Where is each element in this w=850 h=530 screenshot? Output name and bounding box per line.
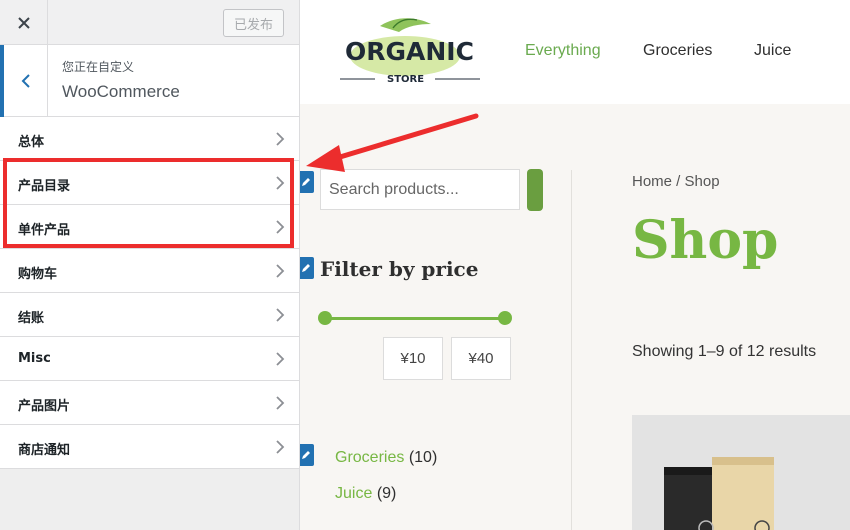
category-link-groceries[interactable]: Groceries (10) xyxy=(335,449,437,467)
menu-item-label: 单件产品 xyxy=(18,223,71,238)
page-title: Shop xyxy=(632,210,779,271)
menu-item-general[interactable]: 总体 xyxy=(0,117,299,161)
edit-shortcut-search[interactable] xyxy=(300,171,314,193)
menu-item-label: 商店通知 xyxy=(18,443,71,458)
pencil-icon xyxy=(302,451,310,459)
edit-shortcut-categories[interactable] xyxy=(300,444,314,466)
menu-item-product-catalog[interactable]: 产品目录 xyxy=(0,161,299,205)
price-max-value: ¥40 xyxy=(451,337,511,380)
nav-link-groceries[interactable]: Groceries xyxy=(643,42,712,60)
coffee-bags-image xyxy=(664,457,774,530)
nav-link-everything[interactable]: Everything xyxy=(525,42,601,60)
chevron-right-icon xyxy=(276,264,285,278)
customizer-sidebar: 已发布 您正在自定义 WooCommerce 总体 产品目录 单件产品 购物车 … xyxy=(0,0,300,530)
chevron-right-icon xyxy=(276,396,285,410)
menu-item-label: 总体 xyxy=(18,135,45,150)
filter-by-price-title: Filter by price xyxy=(320,257,479,281)
menu-item-store-notice[interactable]: 商店通知 xyxy=(0,425,299,469)
category-link-juice[interactable]: Juice (9) xyxy=(335,485,396,503)
menu-item-label: 产品目录 xyxy=(18,179,71,194)
chevron-right-icon xyxy=(276,308,285,322)
breadcrumb: Home / Shop xyxy=(632,173,720,190)
customizer-header: 已发布 xyxy=(0,0,299,45)
menu-item-label: 产品图片 xyxy=(18,399,71,414)
site-header: ORGANIC STORE Everything Groceries Juice xyxy=(300,0,850,104)
section-title: WooCommerce xyxy=(62,82,180,101)
chevron-right-icon xyxy=(276,176,285,190)
menu-item-misc[interactable]: Misc xyxy=(0,337,299,381)
column-divider xyxy=(571,170,572,530)
pencil-icon xyxy=(302,178,310,186)
category-count: (9) xyxy=(376,485,397,502)
organic-store-logo[interactable]: ORGANIC STORE xyxy=(335,12,485,87)
product-search-input[interactable]: Search products... xyxy=(320,169,520,210)
logo-subtext: STORE xyxy=(387,74,424,85)
menu-item-label: 购物车 xyxy=(18,267,58,282)
product-image[interactable] xyxy=(632,415,850,530)
chevron-right-icon xyxy=(276,220,285,234)
menu-item-cart[interactable]: 购物车 xyxy=(0,249,299,293)
chevron-right-icon xyxy=(276,440,285,454)
menu-item-checkout[interactable]: 结账 xyxy=(0,293,299,337)
category-name: Groceries xyxy=(335,449,405,466)
menu-item-single-product[interactable]: 单件产品 xyxy=(0,205,299,249)
price-slider-track[interactable] xyxy=(325,317,505,320)
logo-text: ORGANIC xyxy=(345,37,474,66)
close-customizer-button[interactable] xyxy=(0,0,48,45)
chevron-left-icon xyxy=(21,74,30,88)
site-preview: ORGANIC STORE Everything Groceries Juice… xyxy=(300,0,850,530)
pencil-icon xyxy=(302,264,310,272)
customizing-label: 您正在自定义 xyxy=(62,60,135,74)
result-count: Showing 1–9 of 12 results xyxy=(632,343,817,360)
close-icon xyxy=(17,16,30,29)
nav-link-juice[interactable]: Juice xyxy=(754,42,791,60)
edit-shortcut-filter[interactable] xyxy=(300,257,314,279)
price-slider-min-handle[interactable] xyxy=(318,311,332,325)
back-button[interactable] xyxy=(0,45,48,117)
section-menu: 总体 产品目录 单件产品 购物车 结账 Misc 产品图片 商店通知 xyxy=(0,117,299,469)
category-count: (10) xyxy=(408,449,438,466)
menu-item-label: Misc xyxy=(18,351,51,366)
menu-item-label: 结账 xyxy=(18,311,45,326)
chevron-right-icon xyxy=(276,132,285,146)
customizer-context: 您正在自定义 WooCommerce xyxy=(0,45,299,117)
price-min-value: ¥10 xyxy=(383,337,443,380)
price-slider-max-handle[interactable] xyxy=(498,311,512,325)
chevron-right-icon xyxy=(276,352,285,366)
category-name: Juice xyxy=(335,485,373,502)
publish-button[interactable]: 已发布 xyxy=(223,9,284,37)
menu-item-product-images[interactable]: 产品图片 xyxy=(0,381,299,425)
search-submit-button[interactable] xyxy=(527,169,543,211)
